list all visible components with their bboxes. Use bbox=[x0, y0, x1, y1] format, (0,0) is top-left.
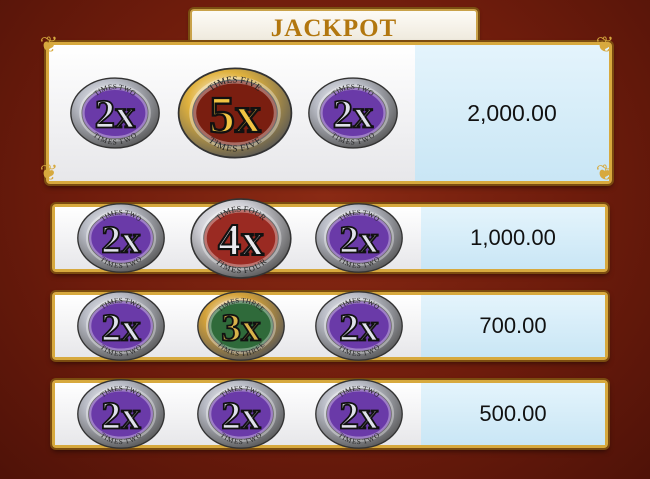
paytable-row-jackpot: TIMES TWO TIMES TWO 2x TIMES FIVE TIMES FIVE… bbox=[46, 42, 612, 184]
coin-4x-icon: TIMES FOURTIMES FOUR4x bbox=[190, 197, 292, 279]
symbol-slot: TIMES TWO TIMES TWO 2x bbox=[196, 378, 286, 455]
paytable-row-2: TIMES TWO TIMES TWO 2x TIMES FOUR TIMES FOUR… bbox=[52, 197, 608, 279]
coin-2x-icon: TIMES TWOTIMES TWO2x bbox=[315, 379, 403, 449]
symbol-slot: TIMES TWO TIMES TWO 2x bbox=[307, 76, 399, 155]
symbol-slot: TIMES TWO TIMES TWO 2x bbox=[76, 202, 166, 279]
coin-label: 2x bbox=[101, 393, 141, 437]
symbol-slot: TIMES TWO TIMES TWO 2x bbox=[69, 76, 161, 155]
paytable-row-3: TIMES TWO TIMES TWO 2x TIMES THREE TIMES THR… bbox=[52, 291, 608, 361]
coin-label: 2x bbox=[101, 305, 141, 349]
coin-label: 2x bbox=[95, 92, 136, 137]
symbol-slot: TIMES THREE TIMES THREE 3x bbox=[196, 290, 286, 367]
payout-panel: 1,000.00 bbox=[421, 207, 605, 269]
payout-value: 1,000.00 bbox=[470, 225, 556, 250]
symbol-slot: TIMES TWO TIMES TWO 2x bbox=[314, 378, 404, 455]
coin-label: 2x bbox=[339, 217, 379, 261]
paytable-row-4: TIMES TWO TIMES TWO 2x TIMES TWO TIMES TWO 2x… bbox=[52, 379, 608, 449]
coin-2x-icon: TIMES TWOTIMES TWO2x bbox=[315, 291, 403, 361]
coin-label: 3x bbox=[221, 305, 261, 349]
symbol-slot: TIMES TWO TIMES TWO 2x bbox=[76, 290, 166, 367]
payout-panel: 700.00 bbox=[421, 295, 605, 357]
symbols-panel: TIMES TWO TIMES TWO 2x TIMES THREE TIMES THR… bbox=[55, 291, 421, 361]
coin-5x-icon: TIMES FIVETIMES FIVE5x bbox=[177, 67, 293, 159]
payout-value: 500.00 bbox=[479, 401, 547, 426]
symbol-slot: TIMES FIVE TIMES FIVE 5x bbox=[176, 66, 294, 165]
coin-3x-icon: TIMES THREETIMES THREE3x bbox=[197, 291, 285, 361]
coin-2x-icon: TIMES TWOTIMES TWO2x bbox=[197, 379, 285, 449]
symbols-panel: TIMES TWO TIMES TWO 2x TIMES FIVE TIMES FIVE… bbox=[49, 45, 415, 181]
coin-label: 2x bbox=[101, 217, 141, 261]
symbol-combination: TIMES TWO TIMES TWO 2x TIMES THREE TIMES THR… bbox=[55, 291, 421, 361]
symbol-combination: TIMES TWO TIMES TWO 2x TIMES FOUR TIMES FOUR… bbox=[55, 197, 421, 279]
symbol-combination: TIMES TWO TIMES TWO 2x TIMES FIVE TIMES FIVE… bbox=[49, 45, 415, 181]
coin-2x-icon: TIMES TWOTIMES TWO2x bbox=[70, 77, 160, 149]
symbol-slot: TIMES FOUR TIMES FOUR 4x bbox=[189, 197, 293, 285]
symbol-slot: TIMES TWO TIMES TWO 2x bbox=[314, 290, 404, 367]
payout-panel: 2,000.00 bbox=[415, 45, 609, 181]
symbol-combination: TIMES TWO TIMES TWO 2x TIMES TWO TIMES TWO 2x… bbox=[55, 379, 421, 449]
coin-label: 5x bbox=[209, 87, 261, 144]
symbols-panel: TIMES TWO TIMES TWO 2x TIMES TWO TIMES TWO 2x… bbox=[55, 379, 421, 449]
frame-corner-ornament-icon: ❦ bbox=[595, 32, 615, 57]
coin-2x-icon: TIMES TWOTIMES TWO2x bbox=[315, 203, 403, 273]
coin-2x-icon: TIMES TWOTIMES TWO2x bbox=[77, 291, 165, 361]
frame-corner-ornament-icon: ❦ bbox=[39, 160, 59, 185]
coin-label: 2x bbox=[221, 393, 261, 437]
coin-label: 4x bbox=[218, 214, 264, 265]
symbols-panel: TIMES TWO TIMES TWO 2x TIMES FOUR TIMES FOUR… bbox=[55, 197, 421, 279]
symbol-slot: TIMES TWO TIMES TWO 2x bbox=[76, 378, 166, 455]
symbol-slot: TIMES TWO TIMES TWO 2x bbox=[314, 202, 404, 279]
jackpot-title: JACKPOT bbox=[270, 15, 398, 42]
payout-value: 2,000.00 bbox=[467, 99, 557, 126]
coin-2x-icon: TIMES TWOTIMES TWO2x bbox=[308, 77, 398, 149]
coin-label: 2x bbox=[339, 393, 379, 437]
frame-corner-ornament-icon: ❦ bbox=[595, 160, 615, 185]
coin-label: 2x bbox=[339, 305, 379, 349]
coin-label: 2x bbox=[333, 92, 374, 137]
frame-corner-ornament-icon: ❦ bbox=[39, 32, 59, 57]
coin-2x-icon: TIMES TWOTIMES TWO2x bbox=[77, 379, 165, 449]
payout-value: 700.00 bbox=[479, 313, 547, 338]
coin-2x-icon: TIMES TWOTIMES TWO2x bbox=[77, 203, 165, 273]
payout-panel: 500.00 bbox=[421, 383, 605, 445]
